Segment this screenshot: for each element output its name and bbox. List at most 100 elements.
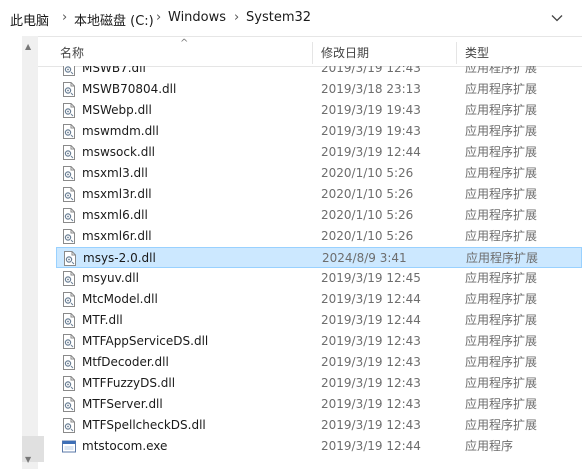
address-history-dropdown[interactable]	[546, 7, 568, 29]
file-name: MtfDecoder.dll	[82, 355, 169, 369]
dll-file-icon	[62, 376, 76, 391]
file-modified-date: 2019/3/19 12:44	[321, 313, 421, 327]
dll-file-icon	[62, 82, 76, 97]
file-name: msyuv.dll	[82, 271, 139, 285]
file-type: 应用程序扩展	[465, 103, 538, 117]
column-header-name[interactable]: 名称	[60, 40, 84, 66]
file-name: MTFSpellcheckDS.dll	[82, 418, 206, 432]
dll-file-icon	[62, 187, 76, 202]
dll-file-icon	[62, 145, 76, 160]
dll-file-icon	[62, 271, 76, 286]
file-row[interactable]: MtcModel.dll 2019/3/19 12:44 应用程序扩展	[56, 289, 582, 310]
breadcrumb-this-pc[interactable]: 此电脑	[10, 10, 49, 29]
file-type: 应用程序扩展	[465, 66, 538, 75]
column-header-bar: ^ 名称 修改日期 类型	[38, 38, 582, 67]
file-row[interactable]: msyuv.dll 2019/3/19 12:45 应用程序扩展	[56, 268, 582, 289]
file-type: 应用程序扩展	[465, 166, 538, 180]
file-modified-date: 2019/3/19 12:44	[321, 292, 421, 306]
file-name: MTFFuzzyDS.dll	[82, 376, 176, 390]
file-modified-date: 2019/3/19 12:43	[321, 334, 421, 348]
file-row[interactable]: MSWB7.dll 2019/3/19 12:43 应用程序扩展	[56, 66, 582, 79]
file-type: 应用程序扩展	[465, 313, 538, 327]
file-name: MtcModel.dll	[82, 292, 158, 306]
file-name: MTFAppServiceDS.dll	[82, 334, 209, 348]
file-modified-date: 2019/3/19 19:43	[321, 124, 421, 138]
file-modified-date: 2019/3/19 12:43	[321, 397, 421, 411]
file-row[interactable]: mtstocom.exe 2019/3/19 12:44 应用程序	[56, 436, 582, 457]
dll-file-icon	[62, 166, 76, 181]
file-name: msxml3.dll	[82, 166, 148, 180]
dll-file-icon	[62, 124, 76, 139]
file-row[interactable]: msxml3r.dll 2020/1/10 5:26 应用程序扩展	[56, 184, 582, 205]
file-row[interactable]: MTFFuzzyDS.dll 2019/3/19 12:43 应用程序扩展	[56, 373, 582, 394]
column-header-date[interactable]: 修改日期	[321, 40, 369, 66]
breadcrumb-local-disk[interactable]: 本地磁盘 (C:)	[74, 10, 154, 29]
column-divider[interactable]	[312, 42, 313, 64]
file-type: 应用程序扩展	[465, 376, 538, 390]
navigation-scrollbar[interactable]	[22, 36, 44, 469]
file-modified-date: 2019/3/19 12:45	[321, 271, 421, 285]
file-row[interactable]: MTFSpellcheckDS.dll 2019/3/19 12:43 应用程序扩展	[56, 415, 582, 436]
file-modified-date: 2020/1/10 5:26	[321, 166, 414, 180]
file-modified-date: 2020/1/10 5:26	[321, 208, 414, 222]
file-type: 应用程序扩展	[465, 124, 538, 138]
file-type: 应用程序扩展	[465, 271, 538, 285]
file-type: 应用程序扩展	[465, 229, 538, 243]
file-modified-date: 2020/1/10 5:26	[321, 187, 414, 201]
scroll-up-icon[interactable]: ▲	[25, 42, 31, 51]
file-type: 应用程序扩展	[465, 292, 538, 306]
file-name: MTF.dll	[82, 313, 123, 327]
file-modified-date: 2020/1/10 5:26	[321, 229, 414, 243]
file-modified-date: 2019/3/19 12:43	[321, 418, 421, 432]
chevron-down-icon	[551, 15, 563, 22]
file-row[interactable]: MtfDecoder.dll 2019/3/19 12:43 应用程序扩展	[56, 352, 582, 373]
file-name: mtstocom.exe	[82, 439, 168, 453]
file-modified-date: 2019/3/19 12:44	[321, 439, 421, 453]
file-row[interactable]: msxml6.dll 2020/1/10 5:26 应用程序扩展	[56, 205, 582, 226]
file-row[interactable]: MSWB70804.dll 2019/3/18 23:13 应用程序扩展	[56, 79, 582, 100]
file-modified-date: 2019/3/19 12:44	[321, 145, 421, 159]
file-name: mswsock.dll	[82, 145, 155, 159]
breadcrumb-system32[interactable]: System32	[246, 10, 311, 25]
breadcrumb-separator-icon: ›	[234, 10, 240, 25]
file-row[interactable]: MTFServer.dll 2019/3/19 12:43 应用程序扩展	[56, 394, 582, 415]
file-type: 应用程序扩展	[465, 187, 538, 201]
file-row[interactable]: msxml3.dll 2020/1/10 5:26 应用程序扩展	[56, 163, 582, 184]
dll-file-icon	[63, 251, 77, 266]
file-name: MSWebp.dll	[82, 103, 152, 117]
dll-file-icon	[62, 334, 76, 349]
dll-file-icon	[62, 66, 76, 76]
file-row[interactable]: mswsock.dll 2019/3/19 12:44 应用程序扩展	[56, 142, 582, 163]
file-name: msxml3r.dll	[82, 187, 152, 201]
file-row[interactable]: msxml6r.dll 2020/1/10 5:26 应用程序扩展	[56, 226, 582, 247]
address-bar[interactable]: 此电脑 › 本地磁盘 (C:) › Windows › System32	[0, 0, 582, 37]
dll-file-icon	[62, 229, 76, 244]
breadcrumb-separator-icon: ›	[156, 10, 162, 25]
file-name: MTFServer.dll	[82, 397, 163, 411]
file-type: 应用程序	[465, 439, 514, 453]
file-row[interactable]: MTFAppServiceDS.dll 2019/3/19 12:43 应用程序扩展	[56, 331, 582, 352]
dll-file-icon	[62, 103, 76, 118]
breadcrumb-windows[interactable]: Windows	[168, 10, 226, 25]
scroll-down-icon[interactable]: ▼	[25, 455, 31, 464]
file-name: mswmdm.dll	[82, 124, 159, 138]
dll-file-icon	[62, 208, 76, 223]
file-name: MSWB70804.dll	[82, 82, 177, 96]
file-modified-date: 2019/3/19 12:43	[321, 376, 421, 390]
file-modified-date: 2019/3/19 12:43	[321, 355, 421, 369]
dll-file-icon	[62, 313, 76, 328]
dll-file-icon	[62, 418, 76, 433]
column-divider[interactable]	[456, 42, 457, 64]
file-row[interactable]: mswmdm.dll 2019/3/19 19:43 应用程序扩展	[56, 121, 582, 142]
sort-ascending-icon: ^	[180, 38, 189, 49]
column-header-type[interactable]: 类型	[465, 40, 489, 66]
file-row-selected[interactable]: msys-2.0.dll 2024/8/9 3:41 应用程序扩展	[56, 247, 582, 268]
file-modified-date: 2019/3/18 23:13	[321, 82, 421, 96]
dll-file-icon	[62, 355, 76, 370]
file-row[interactable]: MTF.dll 2019/3/19 12:44 应用程序扩展	[56, 310, 582, 331]
file-row[interactable]: MSWebp.dll 2019/3/19 19:43 应用程序扩展	[56, 100, 582, 121]
file-list: MSWB7.dll 2019/3/19 12:43 应用程序扩展 MSWB70804.…	[38, 66, 582, 469]
dll-file-icon	[62, 292, 76, 307]
file-type: 应用程序扩展	[465, 397, 538, 411]
file-name: msxml6r.dll	[82, 229, 152, 243]
